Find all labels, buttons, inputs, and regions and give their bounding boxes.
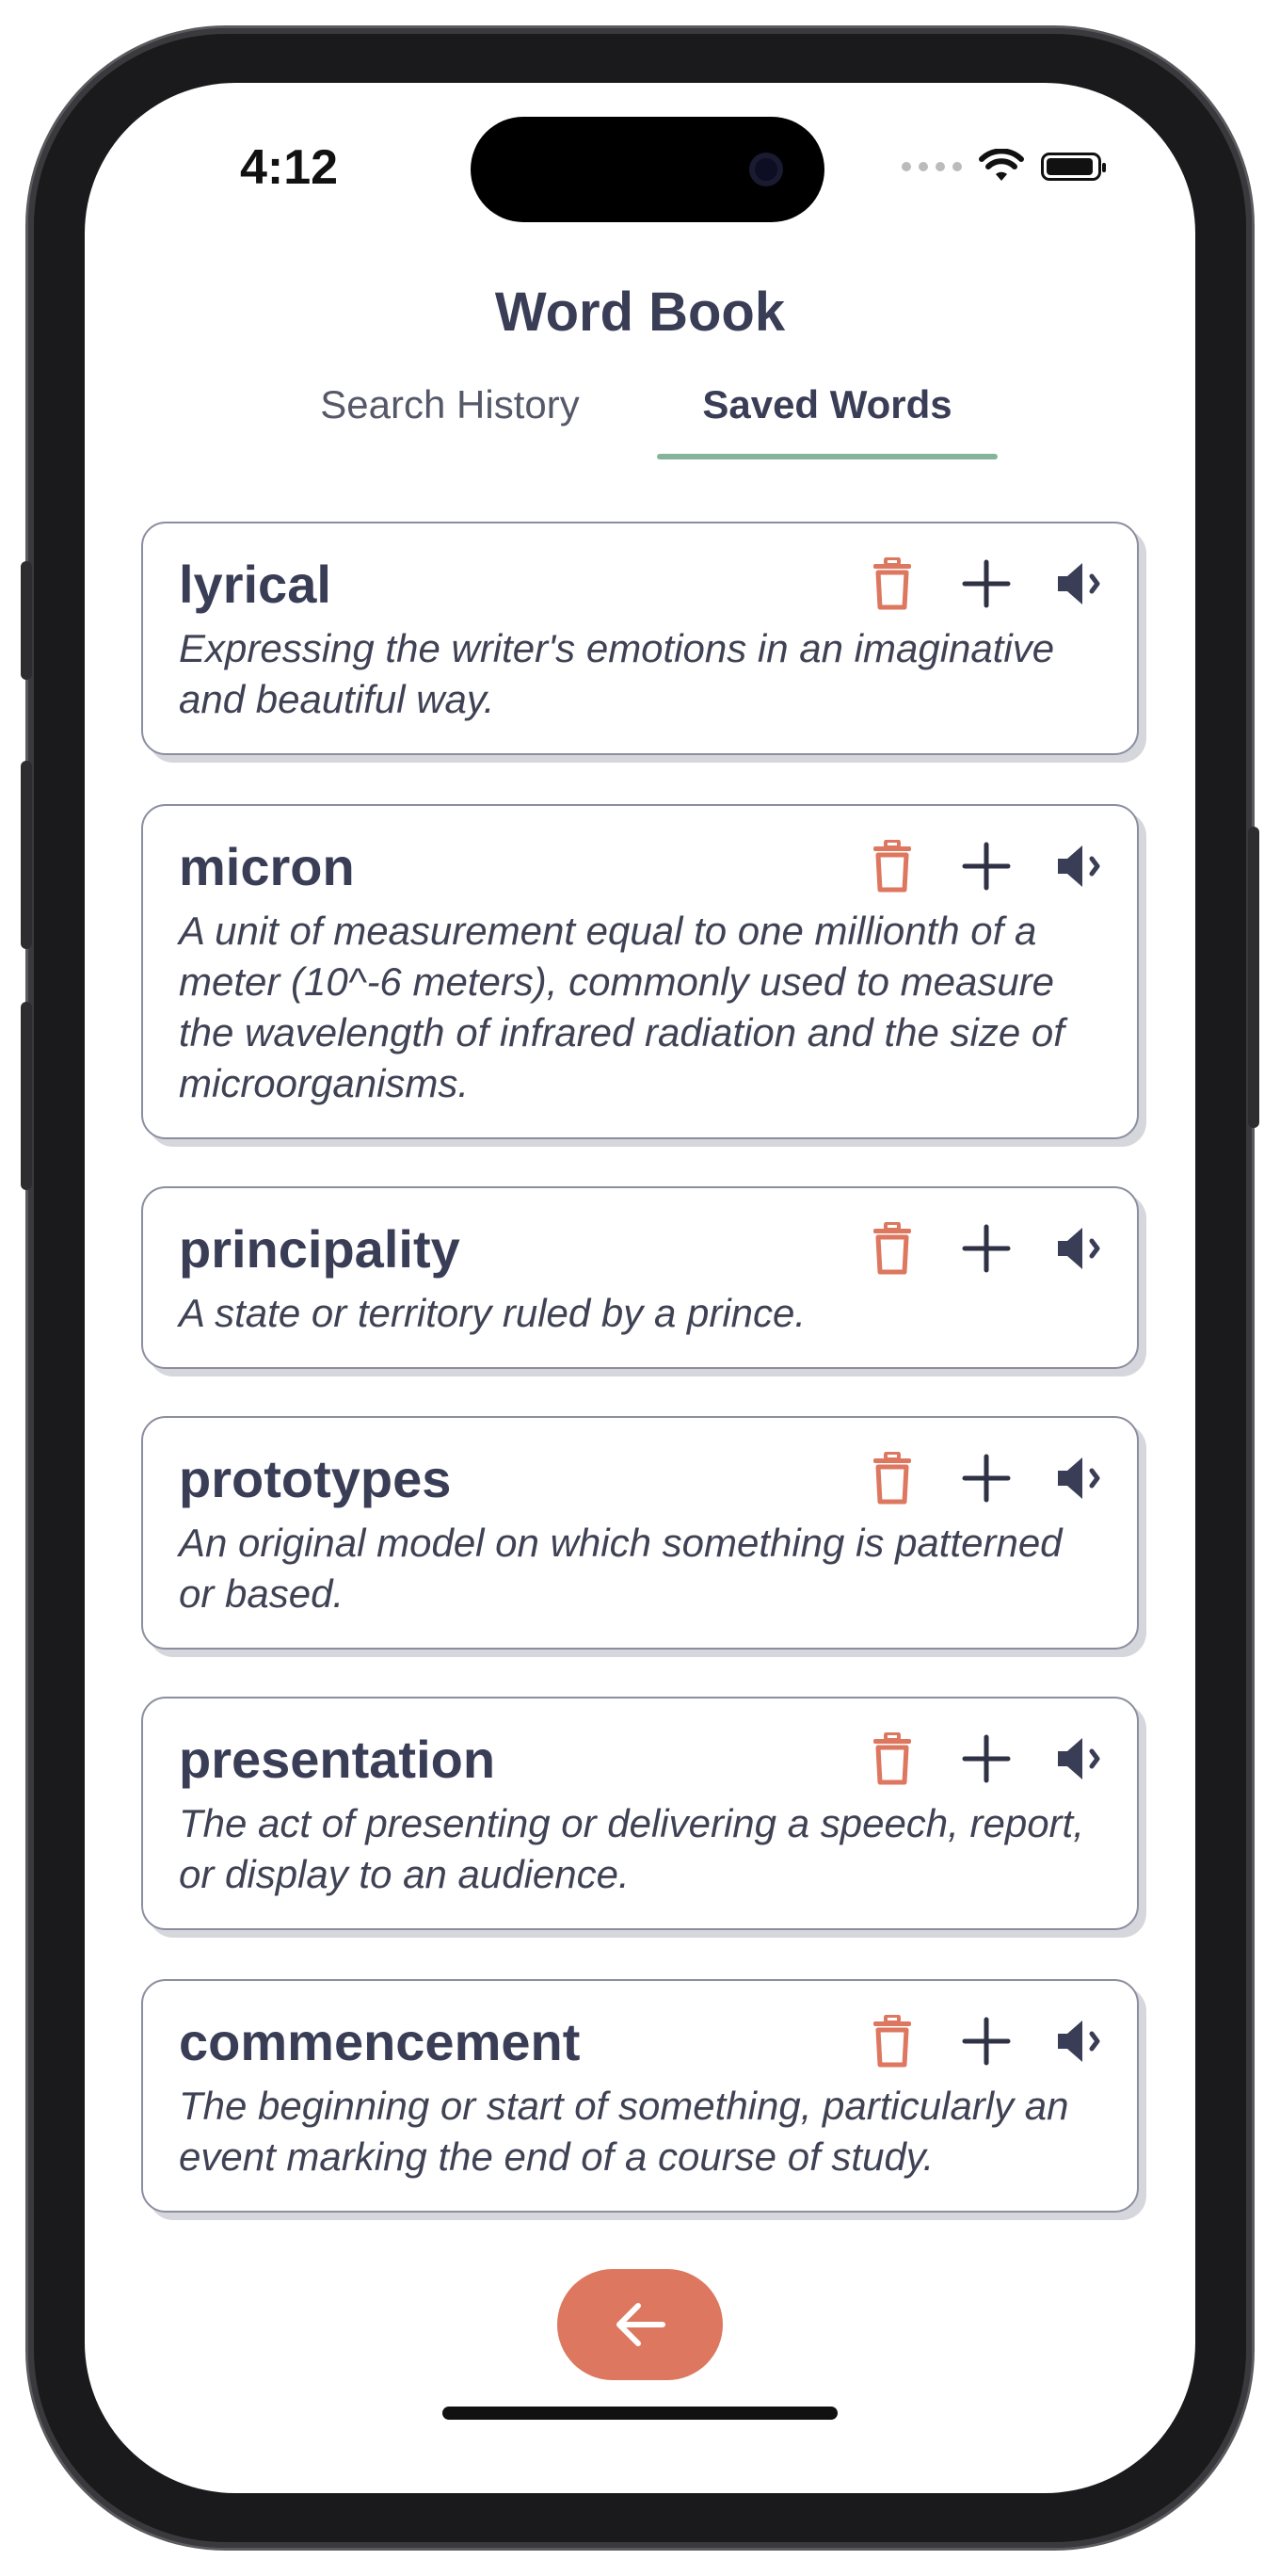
camera-icon (749, 153, 783, 186)
word-definition: An original model on which something is … (179, 1521, 1063, 1616)
plus-icon (962, 1454, 1011, 1507)
pronounce-button[interactable] (1056, 1452, 1105, 1508)
pronounce-button[interactable] (1056, 1222, 1105, 1279)
trash-icon (872, 1450, 913, 1509)
trash-icon (872, 555, 913, 615)
speaker-icon (1054, 1224, 1107, 1278)
battery-icon (1041, 153, 1106, 181)
plus-icon (962, 2017, 1011, 2070)
speaker-icon (1054, 2017, 1107, 2070)
app-screen: 4:12 Word Book Search History Saved Word… (85, 83, 1195, 2493)
plus-icon (962, 559, 1011, 613)
add-button[interactable] (962, 557, 1011, 614)
side-button-power (1248, 827, 1259, 1128)
add-button[interactable] (962, 1222, 1011, 1279)
arrow-left-icon (616, 2303, 665, 2346)
dynamic-island (471, 117, 824, 222)
side-button-volume-down (21, 1002, 32, 1190)
word-definition: A unit of measurement equal to one milli… (179, 909, 1064, 1105)
add-button[interactable] (962, 2015, 1011, 2071)
wifi-icon (979, 149, 1024, 181)
active-tab-indicator (657, 454, 998, 459)
delete-button[interactable] (868, 838, 917, 897)
plus-icon (962, 1224, 1011, 1278)
word-card[interactable]: principality A state or territory ruled b… (141, 1186, 1139, 1369)
speaker-icon (1054, 842, 1107, 895)
card-actions (868, 2013, 1105, 2072)
tab-saved-words[interactable]: Saved Words (657, 382, 998, 427)
side-button-volume-up (21, 761, 32, 949)
pronounce-button[interactable] (1056, 557, 1105, 614)
speaker-icon (1054, 1734, 1107, 1788)
delete-button[interactable] (868, 1220, 917, 1280)
word-card[interactable]: presentation The act of presenting or del… (141, 1697, 1139, 1930)
saved-words-list[interactable]: lyrical Expressing the writer's emotions … (141, 522, 1148, 2220)
add-button[interactable] (962, 840, 1011, 896)
trash-icon (872, 1731, 913, 1790)
pronounce-button[interactable] (1056, 2015, 1105, 2071)
side-button-silent (21, 561, 32, 680)
tab-search-history[interactable]: Search History (299, 382, 600, 427)
trash-icon (872, 838, 913, 897)
word-definition: The beginning or start of something, par… (179, 2084, 1069, 2179)
add-button[interactable] (962, 1732, 1011, 1789)
speaker-icon (1054, 559, 1107, 613)
word-definition: A state or territory ruled by a prince. (179, 1291, 807, 1335)
word-card[interactable]: micron A unit of measurement equal to one… (141, 804, 1139, 1139)
card-actions (868, 838, 1105, 897)
trash-icon (872, 2013, 913, 2072)
plus-icon (962, 1734, 1011, 1788)
add-button[interactable] (962, 1452, 1011, 1508)
pronounce-button[interactable] (1056, 1732, 1105, 1789)
status-icons (902, 149, 1106, 185)
delete-button[interactable] (868, 555, 917, 615)
signal-icon (902, 162, 962, 171)
page-title: Word Book (494, 282, 786, 343)
delete-button[interactable] (868, 2013, 917, 2072)
delete-button[interactable] (868, 1450, 917, 1509)
card-actions (868, 1731, 1105, 1790)
word-definition: The act of presenting or delivering a sp… (179, 1801, 1084, 1896)
trash-icon (872, 1220, 913, 1280)
card-actions (868, 1220, 1105, 1280)
delete-button[interactable] (868, 1731, 917, 1790)
word-card[interactable]: lyrical Expressing the writer's emotions … (141, 522, 1139, 755)
card-actions (868, 555, 1105, 615)
home-indicator (442, 2407, 838, 2420)
word-definition: Expressing the writer's emotions in an i… (179, 626, 1055, 721)
pronounce-button[interactable] (1056, 840, 1105, 896)
plus-icon (962, 842, 1011, 895)
card-actions (868, 1450, 1105, 1509)
word-card[interactable]: prototypes An original model on which som… (141, 1416, 1139, 1650)
word-card[interactable]: commencement The beginning or start of so… (141, 1979, 1139, 2213)
back-button[interactable] (557, 2269, 723, 2380)
speaker-icon (1054, 1454, 1107, 1507)
tab-bar: Search History Saved Words (85, 382, 1195, 458)
status-time: 4:12 (240, 140, 339, 195)
